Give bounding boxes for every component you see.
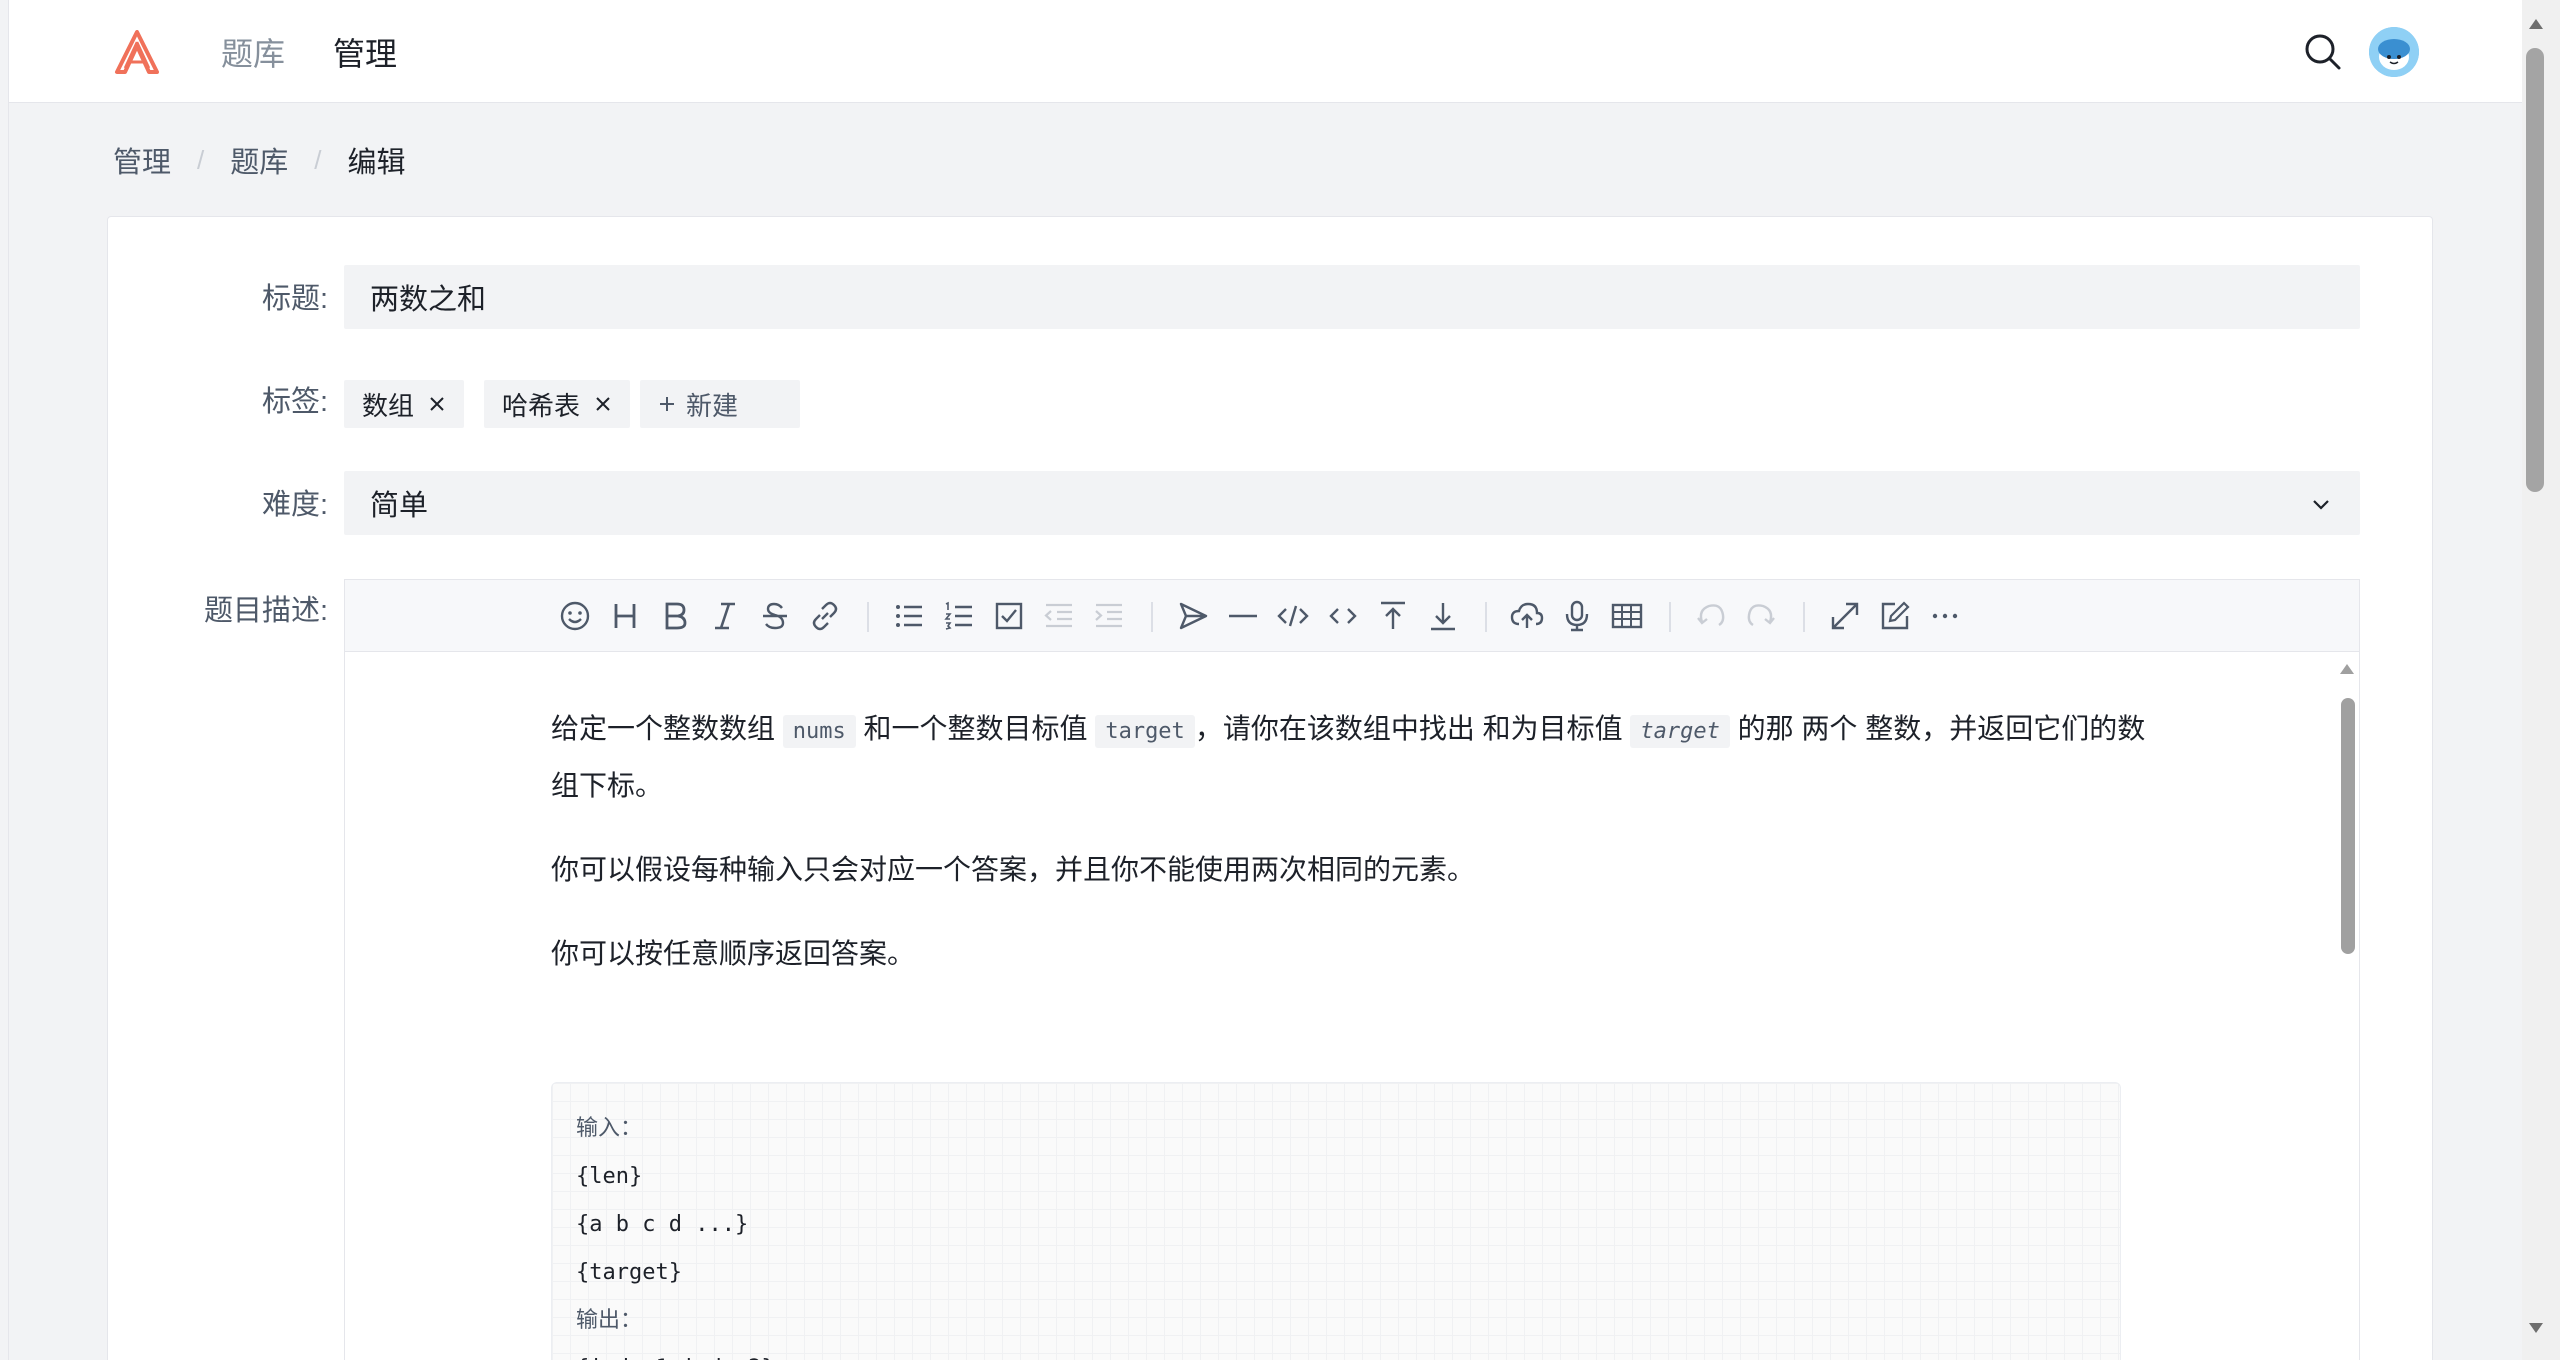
ordered-list-icon[interactable] — [941, 598, 977, 634]
text-span: ，请你在该数组中找出 和为目标值 — [1194, 713, 1631, 744]
new-tag-label: 新建 — [686, 390, 739, 421]
title-input[interactable]: 两数之和 — [344, 265, 2360, 329]
heading-icon[interactable] — [607, 598, 643, 634]
toolbar-divider — [867, 602, 869, 632]
bold-icon[interactable] — [657, 598, 693, 634]
code-line: {target} — [576, 1260, 682, 1285]
tag-item: 数组 — [344, 380, 465, 428]
insert-before-icon[interactable] — [1375, 598, 1411, 634]
scroll-up-arrow-icon[interactable] — [2527, 16, 2545, 32]
search-icon[interactable] — [2303, 32, 2343, 72]
nav-manage[interactable]: 管理 — [333, 34, 397, 74]
description-paragraph: 你可以假设每种输入只会对应一个答案，并且你不能使用两次相同的元素。 — [551, 854, 1476, 885]
inline-code: nums — [782, 715, 856, 748]
markdown-editor[interactable]: 给定一个整数数组 nums 和一个整数目标值 target ，请你在该数组中找出 … — [344, 579, 2360, 1360]
description-paragraph: 给定一个整数数组 nums 和一个整数目标值 target ，请你在该数组中找出 … — [551, 702, 2151, 813]
toolbar-divider — [1669, 602, 1671, 632]
code-line: {a b c d ...} — [576, 1212, 749, 1237]
scroll-down-arrow-icon[interactable] — [2527, 1320, 2545, 1336]
editor-scrollbar[interactable] — [2335, 652, 2359, 1360]
italic-icon[interactable] — [707, 598, 743, 634]
description-paragraph: 你可以按任意顺序返回答案。 — [551, 938, 916, 969]
breadcrumb-separator: / — [314, 144, 322, 175]
page-scroll-thumb[interactable] — [2526, 48, 2544, 492]
breadcrumb: 管理 / 题库 / 编辑 — [113, 140, 406, 180]
code-block-icon[interactable] — [1275, 598, 1311, 634]
code-line: 输入： — [576, 1116, 643, 1141]
toolbar-divider — [1803, 602, 1805, 632]
user-avatar[interactable] — [2369, 27, 2419, 77]
outdent-icon[interactable] — [1041, 598, 1077, 634]
quote-icon[interactable] — [1175, 598, 1211, 634]
code-line: {index1 index2} — [576, 1345, 2096, 1360]
horizontal-rule-icon[interactable] — [1225, 598, 1261, 634]
chevron-down-icon — [2313, 500, 2329, 510]
undo-icon[interactable] — [1693, 598, 1729, 634]
tag-label: 数组 — [362, 390, 415, 421]
emoji-icon[interactable] — [557, 598, 593, 634]
app-logo[interactable] — [113, 30, 161, 74]
insert-after-icon[interactable] — [1425, 598, 1461, 634]
breadcrumb-edit: 编辑 — [347, 147, 406, 179]
indent-icon[interactable] — [1091, 598, 1127, 634]
breadcrumb-manage[interactable]: 管理 — [113, 139, 171, 181]
redo-icon[interactable] — [1743, 598, 1779, 634]
breadcrumb-question-bank[interactable]: 题库 — [230, 139, 288, 181]
description-label: 题目描述: — [203, 595, 328, 627]
tag-label: 哈希表 — [502, 390, 581, 421]
nav-question-bank[interactable]: 题库 — [221, 34, 285, 74]
title-input-value: 两数之和 — [370, 284, 487, 316]
text-span: 和一个整数目标值 — [855, 713, 1096, 744]
bullet-list-icon[interactable] — [891, 598, 927, 634]
record-icon[interactable] — [1559, 598, 1595, 634]
inline-code: target — [1630, 715, 1730, 748]
code-line: {len} — [576, 1164, 643, 1189]
strike-icon[interactable] — [757, 598, 793, 634]
tag-close-icon[interactable] — [428, 395, 446, 413]
toolbar-divider — [1485, 602, 1487, 632]
upload-icon[interactable] — [1509, 598, 1545, 634]
more-icon[interactable] — [1927, 598, 1963, 634]
inline-code-icon[interactable] — [1325, 598, 1361, 634]
tags-label: 标签: — [261, 386, 328, 418]
link-icon[interactable] — [807, 598, 843, 634]
top-header: 题库 管理 — [9, 0, 2522, 103]
breadcrumb-separator: / — [197, 144, 205, 175]
table-icon[interactable] — [1609, 598, 1645, 634]
app-window: 题库 管理 管理 / 题库 / 编辑 标题: 两数之和 标签: 数组 哈希表 新… — [8, 0, 2522, 1360]
editor-content[interactable]: 给定一个整数数组 nums 和一个整数目标值 target ，请你在该数组中找出 … — [551, 652, 2151, 1360]
checklist-icon[interactable] — [991, 598, 1027, 634]
title-label: 标题: — [261, 283, 328, 315]
editor-toolbar — [345, 580, 2359, 652]
fullscreen-icon[interactable] — [1827, 598, 1863, 634]
difficulty-select-value: 简单 — [370, 490, 429, 522]
plus-icon — [660, 397, 674, 411]
code-block: 输入： {len} {a b c d ...} {target} 输出： {in… — [551, 1082, 2121, 1360]
toolbar-divider — [1151, 602, 1153, 632]
edit-mode-icon[interactable] — [1877, 598, 1913, 634]
inline-code: target — [1095, 715, 1195, 748]
scroll-up-arrow-icon[interactable] — [2339, 662, 2355, 676]
difficulty-label: 难度: — [261, 489, 328, 521]
tag-close-icon[interactable] — [594, 395, 612, 413]
editor-scroll-thumb[interactable] — [2341, 698, 2355, 954]
page-scrollbar[interactable] — [2522, 0, 2560, 1360]
difficulty-select[interactable]: 简单 — [344, 471, 2360, 535]
new-tag-button[interactable]: 新建 — [640, 380, 800, 428]
code-line: 输出： — [576, 1308, 643, 1333]
edit-form-card: 标题: 两数之和 标签: 数组 哈希表 新建 难度: 简单 题目描述: 给定一个… — [107, 216, 2433, 1360]
text-span: 给定一个整数数组 — [551, 713, 783, 744]
tag-item: 哈希表 — [484, 380, 631, 428]
